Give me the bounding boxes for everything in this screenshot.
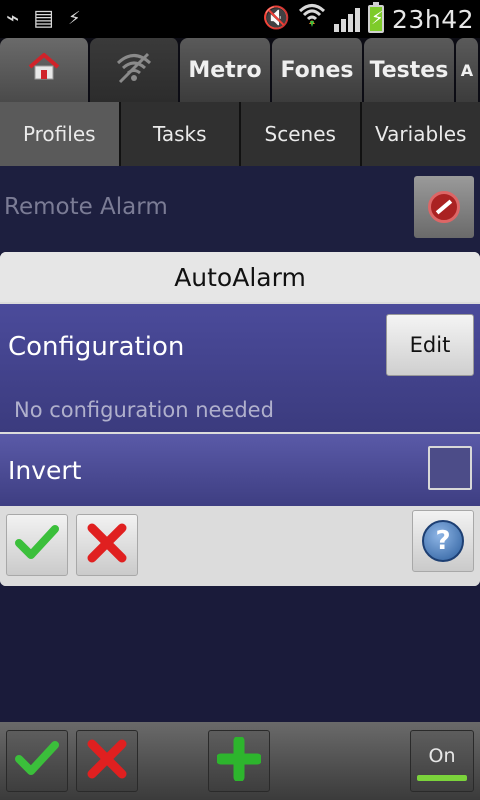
help-icon: ?: [422, 520, 464, 562]
wifi-off-icon: [114, 50, 154, 90]
toggle-label: On: [428, 745, 456, 767]
invert-row[interactable]: Invert: [0, 434, 480, 506]
battery-icon: ⚡: [368, 2, 385, 33]
list-item[interactable]: Remote Alarm: [0, 166, 480, 252]
invert-label: Invert: [8, 456, 82, 485]
disable-button[interactable]: [414, 176, 474, 238]
cancel-button[interactable]: [76, 514, 138, 576]
dialog-title: AutoAlarm: [0, 252, 480, 302]
usb-icon: ⌁: [6, 6, 20, 31]
tab-metro[interactable]: Metro: [180, 38, 272, 102]
sim-card-icon: ▤: [33, 6, 55, 31]
status-bar: ⌁ ▤ ⚡ 🔇 ⚡ 23h42: [0, 0, 480, 38]
add-button[interactable]: [208, 730, 270, 792]
bottom-toolbar: On: [0, 722, 480, 800]
no-entry-icon: [428, 191, 460, 223]
checkmark-icon: [15, 739, 59, 783]
section-tab-bar: Profiles Tasks Scenes Variables: [0, 102, 480, 166]
accept-button[interactable]: [6, 730, 68, 792]
cancel-button[interactable]: [76, 730, 138, 792]
close-icon: [86, 522, 128, 568]
configuration-note: No configuration needed: [14, 398, 274, 422]
tab-tasks[interactable]: Tasks: [120, 102, 241, 166]
tab-home[interactable]: [0, 38, 90, 102]
tab-overflow[interactable]: A: [456, 38, 480, 102]
plus-icon: [215, 735, 263, 785]
toggle-indicator: [417, 775, 467, 781]
configuration-label: Configuration: [8, 332, 185, 362]
signal-icon: [334, 6, 361, 32]
edit-button[interactable]: Edit: [386, 314, 474, 376]
wifi-icon: [298, 2, 326, 37]
help-button[interactable]: ?: [412, 510, 474, 572]
bolt-icon: ⚡: [68, 8, 81, 29]
tab-testes[interactable]: Testes: [364, 38, 456, 102]
mute-icon: 🔇: [262, 6, 291, 31]
tab-wifi[interactable]: [90, 38, 180, 102]
list-item-label: Remote Alarm: [4, 194, 168, 220]
tab-fones[interactable]: Fones: [272, 38, 364, 102]
tab-variables[interactable]: Variables: [361, 102, 480, 166]
tab-profiles[interactable]: Profiles: [0, 102, 121, 166]
tab-scenes[interactable]: Scenes: [241, 102, 362, 166]
accept-button[interactable]: [6, 514, 68, 576]
close-icon: [86, 738, 128, 784]
dialog-actions: ?: [0, 508, 480, 586]
checkmark-icon: [15, 523, 59, 567]
clock: 23h42: [392, 4, 474, 34]
home-icon: [26, 52, 62, 88]
project-tab-bar: Metro Fones Testes A: [0, 38, 480, 102]
configuration-section: Configuration Edit No configuration need…: [0, 304, 480, 432]
enable-toggle[interactable]: On: [410, 730, 474, 792]
plugin-dialog: AutoAlarm Configuration Edit No configur…: [0, 252, 480, 586]
invert-checkbox[interactable]: [428, 446, 472, 490]
